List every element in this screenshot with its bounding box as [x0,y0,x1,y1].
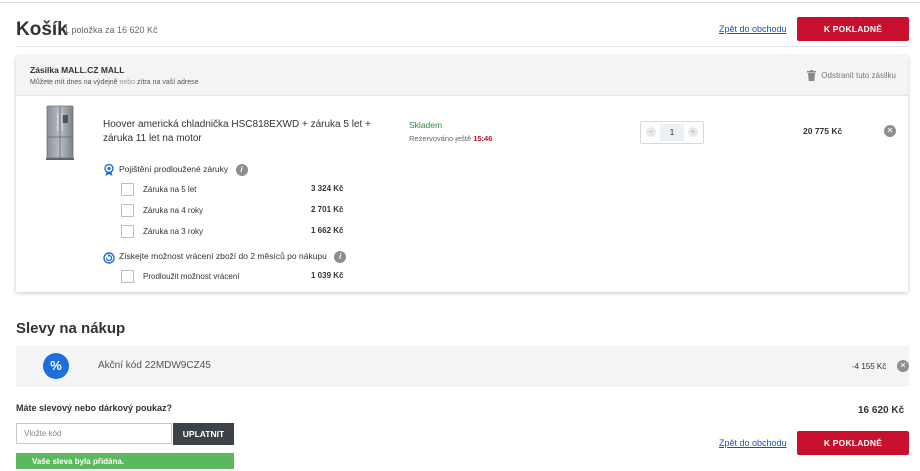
insurance-option-3y[interactable]: Záruka na 3 roky [121,225,203,238]
checkbox[interactable] [121,270,134,283]
return-icon [103,251,115,269]
shipment-subtitle-a: Můžete mít dnes na výdejně [30,79,120,86]
option-label: Záruka na 4 roky [143,206,204,215]
remove-discount-close-icon[interactable]: ✕ [897,360,909,372]
warranty-badge-icon [104,163,114,181]
info-icon[interactable]: i [334,251,347,263]
insurance-option-5y[interactable]: Záruka na 5 let [121,183,196,196]
stock-status: Skladem [409,120,443,130]
back-to-shop-link-bottom[interactable]: Zpět do obchodu [719,438,787,448]
fridge-image [46,105,74,160]
reservation-time: 15:46 [473,134,493,143]
shipment-title: Zásilka MALL.CZ MALL [30,65,125,75]
shipment-subtitle: Můžete mít dnes na výdejně nebo zítra na… [30,79,199,86]
option-price: 1 662 Kč [311,226,344,235]
back-to-shop-link[interactable]: Zpět do obchodu [719,24,787,34]
shipment-subtitle-or: nebo [119,79,136,86]
shipment-card: Zásilka MALL.CZ MALL Můžete mít dnes na … [16,56,908,292]
returns-option[interactable]: Prodloužit možnost vrácení [121,270,240,283]
increase-quantity-button[interactable]: + [688,127,698,137]
shipment-header: Zásilka MALL.CZ MALL Můžete mít dnes na … [16,56,908,96]
product-image[interactable] [46,105,74,160]
checkout-button[interactable]: K POKLADNĚ [797,17,909,41]
option-price: 1 039 Kč [311,271,344,280]
voucher-title: Máte slevový nebo dárkový poukaz? [16,403,173,413]
remove-item-close-icon[interactable]: ✕ [884,125,896,137]
checkout-button-bottom[interactable]: K POKLADNĚ [797,431,909,455]
apply-voucher-button[interactable]: UPLATNIT [173,423,234,445]
option-label: Záruka na 3 roky [143,227,204,236]
discount-row: % Akční kód 22MDW9CZ45 -4 155 Kč ✕ [16,346,909,387]
insurance-title-row: Pojištění prodloužené záruky i [119,164,248,176]
voucher-code-input[interactable]: Vložte kód [16,423,172,444]
quantity-stepper: − 1 + [640,121,704,144]
returns-title: Získejte možnost vrácení zboží do 2 měsí… [119,251,327,261]
option-label: Prodloužit možnost vrácení [143,272,240,281]
discount-code-text: Akční kód 22MDW9CZ45 [98,360,211,371]
percent-icon: % [43,353,69,379]
info-icon[interactable]: i [235,164,248,176]
option-label: Záruka na 5 let [143,185,197,194]
checkbox[interactable] [121,183,134,196]
page-title: Košík [16,19,68,40]
quantity-value[interactable]: 1 [660,124,684,141]
product-price: 20 775 Kč [803,126,843,136]
checkbox[interactable] [121,204,134,217]
order-total: 16 620 Kč [858,405,905,416]
option-price: 3 324 Kč [311,184,344,193]
option-price: 2 701 Kč [311,205,344,214]
reservation-text: Rezervováno ještě 15:46 [409,134,492,143]
decrease-quantity-button[interactable]: − [646,127,656,137]
product-name[interactable]: Hoover americká chladnička HSC818EXWD + … [103,118,403,146]
insurance-title: Pojištění prodloužené záruky [119,164,229,174]
insurance-option-4y[interactable]: Záruka na 4 roky [121,204,203,217]
remove-shipment-button[interactable]: Odstranit tuto zásilku [807,70,896,81]
checkbox[interactable] [121,225,134,238]
discount-value: -4 155 Kč [852,362,887,371]
header-divider [16,46,909,47]
discounts-title: Slevy na nákup [16,320,126,337]
voucher-success-message: Vaše sleva byla přidána. [16,453,234,469]
remove-shipment-label: Odstranit tuto zásilku [821,71,896,80]
top-divider [0,2,920,3]
trash-icon [807,70,817,81]
shipment-subtitle-b: zítra na vaší adrese [135,79,199,86]
reservation-label: Rezervováno ještě [409,134,472,143]
cart-summary-text: 1 položka za 16 620 Kč [64,25,158,35]
returns-title-row: Získejte možnost vrácení zboží do 2 měsí… [119,251,347,263]
